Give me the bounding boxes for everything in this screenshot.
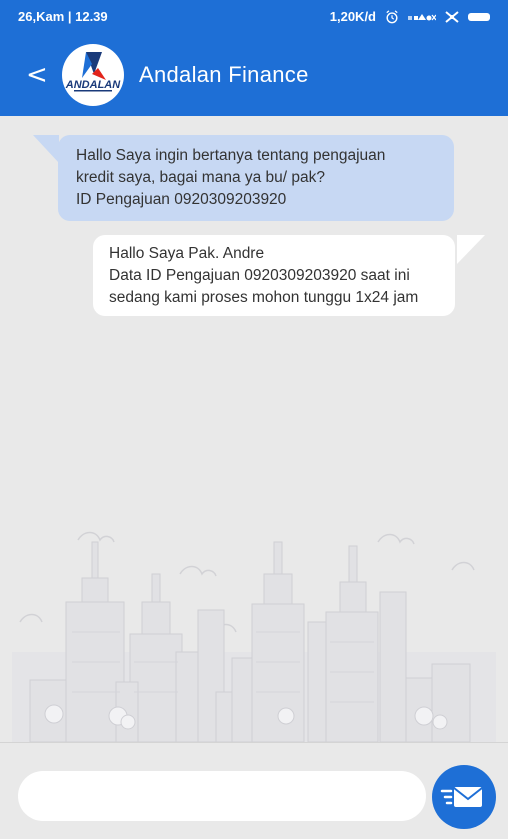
incoming-bubble-tail bbox=[33, 135, 59, 163]
message-composer bbox=[0, 742, 508, 839]
status-bar-time: 26,Kam | 12.39 bbox=[18, 9, 108, 24]
signal-icon bbox=[408, 13, 436, 20]
chevron-left-icon: < bbox=[26, 60, 48, 90]
andalan-logo-icon: ANDALAN bbox=[65, 52, 121, 92]
status-bar: 26,Kam | 12.39 1,20K/d bbox=[0, 0, 508, 34]
outgoing-message: Hallo Saya Pak. Andre Data ID Pengajuan … bbox=[93, 235, 455, 316]
logo-text: ANDALAN bbox=[65, 79, 121, 91]
company-logo-avatar: ANDALAN bbox=[62, 44, 124, 106]
alarm-icon bbox=[386, 9, 398, 23]
send-mail-icon bbox=[440, 787, 483, 807]
network-speed: 1,20K/d bbox=[329, 9, 376, 24]
outgoing-bubble-tail bbox=[457, 235, 485, 264]
back-button[interactable]: < bbox=[26, 60, 50, 90]
chat-area[interactable]: Hallo Saya ingin bertanya tentang pengaj… bbox=[0, 116, 508, 742]
message-input[interactable] bbox=[18, 771, 426, 821]
page-title: Andalan Finance bbox=[139, 62, 309, 87]
battery-icon bbox=[468, 12, 490, 21]
status-bar-indicators: 1,20K/d bbox=[330, 9, 490, 24]
incoming-message: Hallo Saya ingin bertanya tentang pengaj… bbox=[58, 135, 454, 221]
send-button[interactable] bbox=[432, 765, 496, 829]
no-sim-icon bbox=[445, 10, 459, 23]
city-skyline-background bbox=[12, 531, 496, 742]
app-header: < ANDALAN Andalan Finance bbox=[0, 34, 508, 116]
